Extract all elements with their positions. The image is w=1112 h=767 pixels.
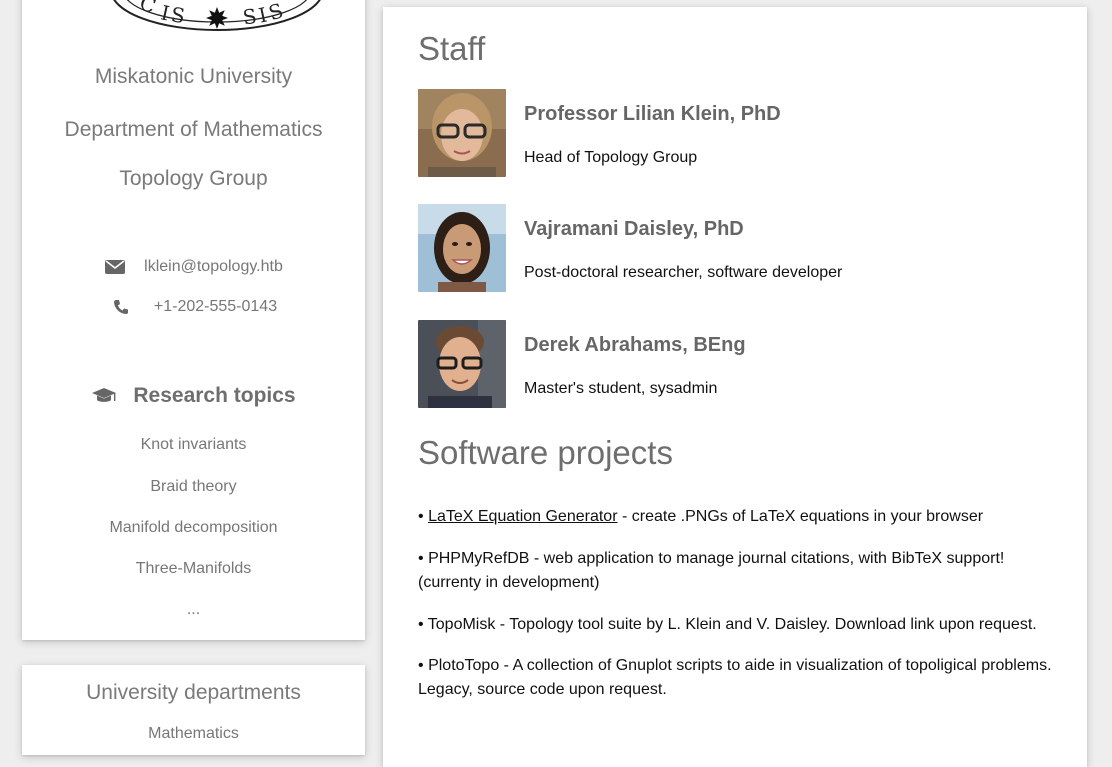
svg-text:S: S: [170, 2, 187, 28]
svg-text:S: S: [241, 4, 258, 30]
svg-text:C: C: [136, 0, 159, 18]
phone-number: +1-202-555-0143: [153, 298, 278, 315]
staff-role: Head of Topology Group: [524, 149, 698, 166]
main-content-card: Staff Professor Lilian Klein, PhD Head o…: [383, 7, 1087, 767]
email-contact: lklein@topology.htb: [22, 258, 365, 276]
latex-generator-link[interactable]: LaTeX Equation Generator: [428, 508, 617, 525]
staff-photo: [418, 320, 506, 408]
staff-role: Master's student, sysadmin: [524, 380, 718, 397]
research-topics-title: Research topics: [133, 384, 296, 407]
sidebar-card: C I S S I S Miskatonic University Depart…: [22, 0, 365, 640]
university-name: Miskatonic University: [94, 65, 293, 88]
topic-item: Manifold decomposition: [109, 519, 278, 536]
software-projects-heading: Software projects: [418, 434, 673, 471]
project-description: PHPMyRefDB - web application to manage j…: [418, 550, 1005, 591]
staff-member: Vajramani Daisley, PhD Post-doctoral res…: [418, 204, 1058, 292]
staff-role: Post-doctoral researcher, software devel…: [524, 264, 843, 281]
staff-member: Derek Abrahams, BEng Master's student, s…: [418, 320, 1058, 408]
department-name: Department of Mathematics: [64, 118, 323, 141]
topic-item: Knot invariants: [140, 436, 247, 453]
svg-text:S: S: [266, 0, 286, 25]
departments-title: University departments: [86, 681, 301, 704]
project-description: TopoMisk - Topology tool suite by L. Kle…: [427, 616, 1037, 633]
group-name: Topology Group: [119, 167, 268, 190]
graduation-cap-icon: [91, 387, 117, 405]
university-seal-logo: C I S S I S: [105, 0, 329, 38]
topic-item: Three-Manifolds: [135, 560, 252, 577]
department-link-mathematics[interactable]: Mathematics: [22, 725, 365, 743]
bullet: •: [418, 508, 424, 525]
phone-icon: [110, 298, 132, 316]
bullet: •: [418, 657, 424, 674]
project-description: - create .PNGs of LaTeX equations in you…: [617, 508, 984, 525]
departments-card: University departments Mathematics: [22, 665, 365, 755]
email-address[interactable]: lklein@topology.htb: [144, 258, 283, 276]
project-item: • LaTeX Equation Generator - create .PNG…: [418, 505, 1058, 529]
project-description: PlotoTopo - A collection of Gnuplot scri…: [418, 657, 1052, 698]
topic-item-more: ...: [186, 601, 201, 618]
envelope-icon: [104, 258, 126, 276]
staff-heading: Staff: [418, 30, 486, 67]
staff-name: Professor Lilian Klein, PhD: [524, 103, 781, 125]
staff-name: Vajramani Daisley, PhD: [524, 218, 744, 240]
project-item: • TopoMisk - Topology tool suite by L. K…: [418, 613, 1058, 637]
bullet: •: [418, 550, 424, 567]
staff-name: Derek Abrahams, BEng: [524, 334, 746, 356]
phone-contact: +1-202-555-0143: [22, 298, 365, 316]
staff-member: Professor Lilian Klein, PhD Head of Topo…: [418, 89, 1058, 177]
topic-item: Braid theory: [150, 478, 237, 495]
bullet: •: [418, 616, 424, 633]
project-item: • PlotoTopo - A collection of Gnuplot sc…: [418, 654, 1058, 702]
staff-photo: [418, 204, 506, 292]
project-item: • PHPMyRefDB - web application to manage…: [418, 547, 1058, 595]
research-topics-heading: Research topics: [22, 384, 365, 408]
staff-photo: [418, 89, 506, 177]
